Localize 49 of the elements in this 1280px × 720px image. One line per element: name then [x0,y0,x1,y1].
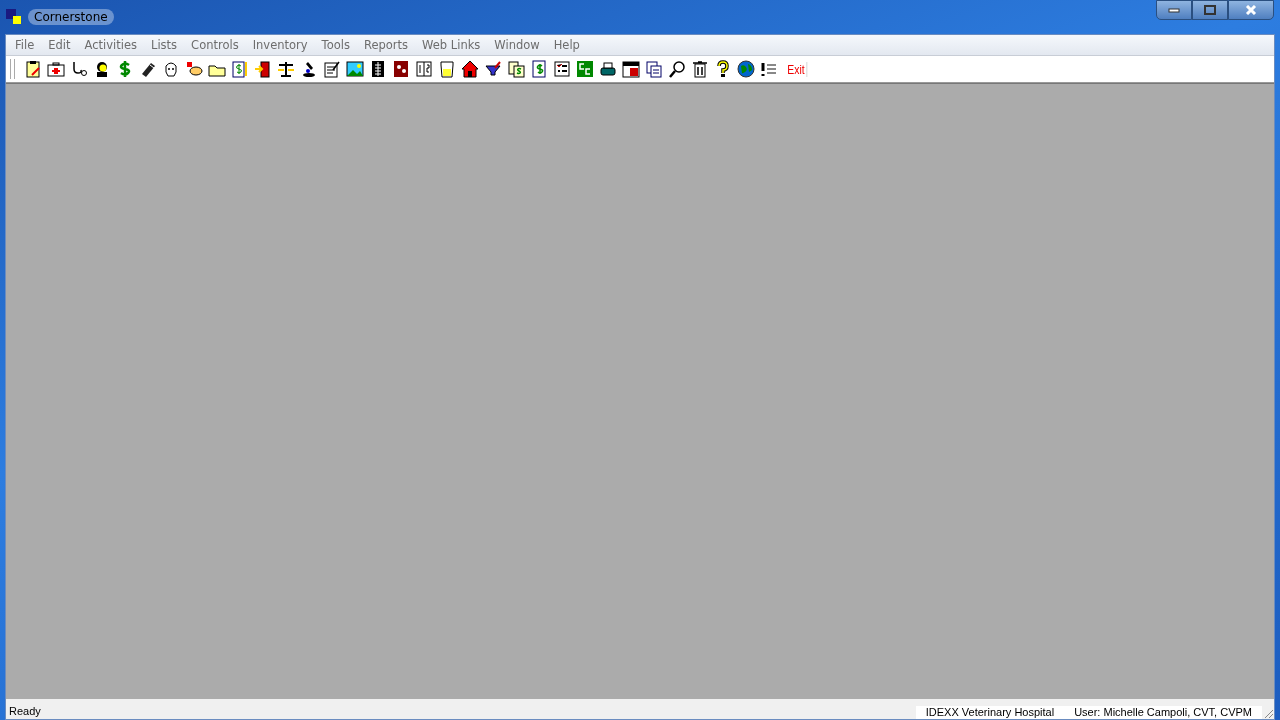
menu-item[interactable]: Activities [77,38,144,52]
notepad-icon[interactable] [323,60,341,78]
menu-item[interactable]: Web Links [415,38,488,52]
menu-item[interactable]: Controls [184,38,246,52]
document-dollar-icon[interactable] [530,60,548,78]
medical-kit-icon[interactable] [47,60,65,78]
microscope-icon[interactable] [300,60,318,78]
house-icon[interactable] [461,60,479,78]
menu-item[interactable]: Inventory [245,38,315,52]
menu-item[interactable]: File [8,38,42,52]
beaker-icon[interactable] [438,60,456,78]
printer-icon[interactable] [599,60,617,78]
minimize-icon [1168,7,1180,13]
search-icon[interactable] [668,60,686,78]
folders-dollar-icon[interactable] [507,60,525,78]
menu-item[interactable]: Tools [314,38,357,52]
stethoscope-icon[interactable] [70,60,88,78]
help-icon[interactable] [714,60,732,78]
maximize-button[interactable] [1192,0,1228,20]
scale-icon[interactable] [277,60,295,78]
window-title: Cornerstone [28,9,114,25]
minimize-button[interactable] [1156,0,1192,20]
trash-icon[interactable] [691,60,709,78]
resize-grip-icon [1262,707,1274,719]
list-icon[interactable] [760,60,778,78]
copy-pages-icon[interactable] [645,60,663,78]
menu-item[interactable]: Edit [41,38,78,52]
clipboard-icon[interactable] [24,60,42,78]
menu-item[interactable]: Help [546,38,587,52]
exit-button[interactable]: Exit [785,61,807,77]
door-icon[interactable] [254,60,272,78]
maximize-icon [1204,5,1216,15]
close-icon [1245,5,1257,15]
cc-icon[interactable] [576,60,594,78]
xray-icon[interactable] [369,60,387,78]
pencil-icon[interactable] [139,60,157,78]
practice-name: IDEXX Veterinary Hospital [915,706,1065,719]
calendar-icon[interactable] [622,60,640,78]
app-icon [6,9,22,25]
checklist-icon[interactable] [553,60,571,78]
user-name: User: Michelle Campoli, CVT, CVPM [1064,706,1262,719]
menu-item[interactable]: Lists [144,38,185,52]
globe-icon[interactable] [737,60,755,78]
status-text: Ready [8,705,42,719]
landscape-picture-icon[interactable] [346,60,364,78]
close-button[interactable] [1228,0,1274,20]
invoice-icon[interactable] [231,60,249,78]
menu-item[interactable]: Window [487,38,547,52]
menu-item[interactable]: Reports [356,38,416,52]
